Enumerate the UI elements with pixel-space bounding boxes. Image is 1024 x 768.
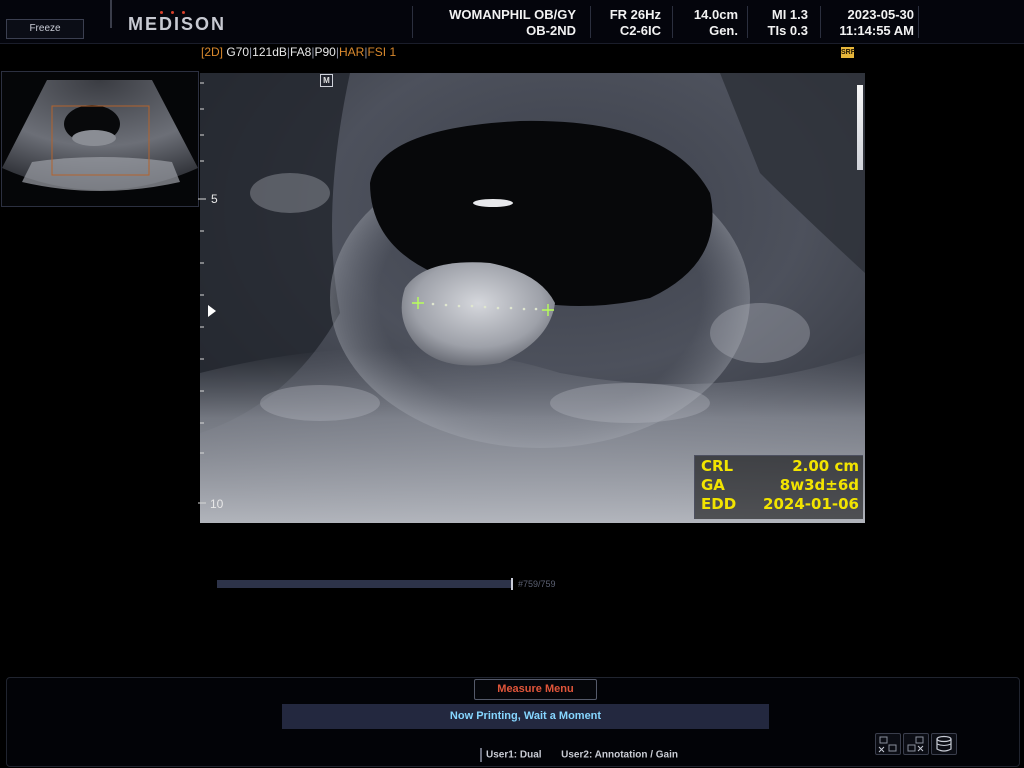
user-key-divider	[480, 748, 482, 762]
measurement-value: 2024-01-06	[763, 495, 859, 513]
exam-time: 11:14:55 AM	[839, 23, 914, 38]
measurement-value: 8w3d±6d	[779, 476, 859, 494]
header-divider	[412, 6, 413, 38]
top-header-bar: Freeze MEDISON WOMANPHIL OB/GY OB-2ND FR…	[0, 0, 1024, 44]
depth-label-5: 5	[211, 192, 218, 206]
user2-hint: User2: Annotation / Gain	[561, 749, 679, 761]
network-status-icon[interactable]	[903, 733, 929, 755]
header-divider	[672, 6, 673, 38]
header-divider	[590, 6, 591, 38]
m-line-marker-icon[interactable]: M	[320, 74, 333, 87]
exam-preset: OB-2ND	[526, 23, 576, 38]
exam-date: 2023-05-30	[847, 7, 915, 22]
fsi-value: FSI 1	[367, 45, 397, 59]
frequency-mode: Gen.	[709, 23, 738, 38]
measurement-row-edd: EDD 2024-01-06	[695, 495, 863, 514]
measurement-row-crl: CRL 2.00 cm	[695, 457, 863, 476]
gain-value: G70	[226, 45, 250, 59]
depth-label-10: 10	[210, 497, 224, 511]
focus-marker-icon[interactable]	[208, 305, 216, 317]
harmonic-mode: HAR	[338, 45, 365, 59]
depth-readout: 14.0cm	[693, 7, 738, 22]
imaging-parameters: [2D] G70|121dB|FA8|P90|HAR|FSI 1	[201, 45, 397, 59]
measurement-result-box: CRL 2.00 cm GA 8w3d±6d EDD 2024-01-06	[694, 455, 863, 519]
measurement-value: 2.00 cm	[792, 457, 859, 475]
thermal-index: TIs 0.3	[767, 23, 808, 38]
user-key-hints: User1: Dual User2: Annotation / Gain	[480, 748, 678, 762]
brand-logo: MEDISON	[128, 14, 227, 34]
header-divider	[918, 6, 919, 38]
measurement-label: EDD	[701, 495, 737, 513]
header-divider	[110, 0, 112, 28]
cine-frame-counter: #759/759	[518, 579, 556, 589]
frame-rate: FR 26Hz	[609, 7, 661, 22]
power-value: P90	[314, 45, 336, 59]
measurement-label: CRL	[701, 457, 734, 475]
measure-menu-button[interactable]: Measure Menu	[474, 679, 597, 700]
freeze-button[interactable]: Freeze	[6, 19, 84, 39]
institution-name: WOMANPHIL OB/GY	[449, 7, 576, 22]
dynamic-range: 121dB	[252, 45, 287, 59]
database-icon[interactable]	[931, 733, 957, 755]
srf-badge-icon: SRF	[841, 47, 855, 58]
header-divider	[747, 6, 748, 38]
gray-scale-bar	[857, 85, 863, 170]
frame-average: FA8	[290, 45, 312, 59]
depth-ruler	[198, 82, 206, 504]
imaging-mode: [2D]	[201, 45, 224, 59]
user1-hint: User1: Dual	[486, 749, 542, 761]
probe-name: C2-6IC	[619, 23, 661, 38]
network-disconnected-icon[interactable]	[875, 733, 901, 755]
header-divider	[820, 6, 821, 38]
measurement-row-ga: GA 8w3d±6d	[695, 476, 863, 495]
measurement-label: GA	[701, 476, 725, 494]
thumbnail-image	[2, 80, 198, 191]
mechanical-index: MI 1.3	[771, 7, 808, 22]
cine-progress-bar[interactable]	[217, 580, 512, 588]
cine-position-handle[interactable]	[511, 578, 513, 590]
reference-thumbnail	[1, 71, 199, 207]
status-message: Now Printing, Wait a Moment	[282, 704, 769, 729]
